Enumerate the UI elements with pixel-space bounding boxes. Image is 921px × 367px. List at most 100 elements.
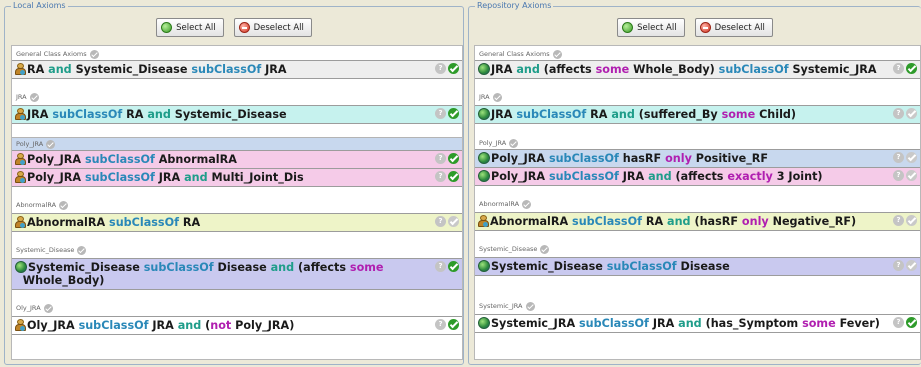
check-icon[interactable] <box>906 63 917 74</box>
section-header: Poly_JRA <box>12 137 462 150</box>
axiom-row[interactable]: JRA subClassOf RA and Systemic_Disease ? <box>12 105 462 124</box>
globe-icon <box>478 152 490 164</box>
section-header: JRA <box>12 91 462 103</box>
section-label: JRA <box>479 93 490 101</box>
check-icon[interactable] <box>448 261 459 272</box>
axiom-row[interactable]: JRA and (affects some Whole_Body) subCla… <box>475 60 920 79</box>
check-icon[interactable] <box>29 92 39 102</box>
globe-icon <box>478 108 490 120</box>
section-label: General Class Axioms <box>479 50 550 58</box>
section-header: Poly_JRA <box>475 137 920 149</box>
check-icon[interactable] <box>448 153 459 164</box>
section-header: Oly_JRA <box>12 302 462 314</box>
section-label: Systemic_Disease <box>479 245 538 253</box>
section-label: JRA <box>16 93 27 101</box>
section-header: JRA <box>475 91 920 103</box>
info-icon[interactable]: ? <box>893 260 904 271</box>
deselect-all-icon <box>699 22 711 33</box>
axiom-row[interactable]: Systemic_JRA subClassOf JRA and (has_Sym… <box>475 314 920 333</box>
check-icon[interactable] <box>540 244 550 254</box>
info-icon[interactable]: ? <box>435 63 446 74</box>
axiom-row[interactable]: Poly_JRA subClassOf JRA and Multi_Joint_… <box>12 169 462 187</box>
check-icon[interactable] <box>77 245 87 255</box>
check-icon[interactable] <box>448 319 459 330</box>
section-label: AbnormalRA <box>479 200 520 208</box>
check-icon[interactable] <box>43 303 53 313</box>
info-icon[interactable]: ? <box>893 170 904 181</box>
check-icon[interactable] <box>492 92 502 102</box>
person-icon <box>15 216 26 228</box>
check-icon[interactable] <box>906 260 917 271</box>
deselect-all-icon <box>238 22 250 33</box>
axiom-row[interactable]: JRA subClassOf RA and (suffered_By some … <box>475 105 920 124</box>
section-header: Systemic_JRA <box>475 300 920 312</box>
globe-icon <box>478 170 490 182</box>
info-icon[interactable]: ? <box>893 108 904 119</box>
repository-axioms-list[interactable]: General Class Axioms JRA and (affects so… <box>474 45 921 360</box>
check-icon[interactable] <box>906 215 917 226</box>
check-icon[interactable] <box>906 170 917 181</box>
button-bar: Select All Deselect All <box>469 14 921 41</box>
check-icon[interactable] <box>59 200 69 210</box>
select-all-label: Select All <box>637 22 677 33</box>
section-label: Poly_JRA <box>479 139 507 147</box>
section-header: Systemic_Disease <box>12 244 462 256</box>
axiom-row[interactable]: Poly_JRA subClassOf hasRF only Positive_… <box>475 149 920 168</box>
deselect-all-label: Deselect All <box>714 22 765 33</box>
repository-axioms-panel: Repository Axioms Select All Deselect Al… <box>468 0 921 365</box>
info-icon[interactable]: ? <box>435 153 446 164</box>
axiom-row[interactable]: RA and Systemic_Disease subClassOf JRA ? <box>12 60 462 79</box>
check-icon[interactable] <box>509 138 519 148</box>
axiom-row[interactable]: Poly_JRA subClassOf AbnormalRA ? <box>12 150 462 169</box>
section-label: Systemic_JRA <box>479 302 523 310</box>
info-icon[interactable]: ? <box>435 108 446 119</box>
section-label: Poly_JRA <box>16 140 44 148</box>
check-icon[interactable] <box>552 49 562 59</box>
axiom-row[interactable]: AbnormalRA subClassOf RA and (hasRF only… <box>475 212 920 231</box>
check-icon[interactable] <box>89 49 99 59</box>
check-icon[interactable] <box>525 301 535 311</box>
button-bar: Select All Deselect All <box>5 14 463 41</box>
check-icon[interactable] <box>906 108 917 119</box>
panel-title: Repository Axioms <box>475 0 554 12</box>
check-icon[interactable] <box>448 216 459 227</box>
info-icon[interactable]: ? <box>435 319 446 330</box>
person-icon <box>15 63 26 75</box>
check-icon[interactable] <box>448 63 459 74</box>
info-icon[interactable]: ? <box>893 215 904 226</box>
section-label: Oly_JRA <box>16 304 41 312</box>
section-label: AbnormalRA <box>16 201 57 209</box>
globe-icon <box>478 260 490 272</box>
check-icon[interactable] <box>906 317 917 328</box>
check-icon[interactable] <box>46 139 56 149</box>
info-icon[interactable]: ? <box>893 152 904 163</box>
section-header: General Class Axioms <box>475 48 920 60</box>
person-icon <box>15 171 26 183</box>
check-icon[interactable] <box>522 199 532 209</box>
info-icon[interactable]: ? <box>435 171 446 182</box>
axiom-row[interactable]: Poly_JRA subClassOf JRA and (affects exa… <box>475 168 920 186</box>
person-icon <box>15 153 26 165</box>
check-icon[interactable] <box>448 108 459 119</box>
select-all-button[interactable]: Select All <box>156 18 224 37</box>
section-header: Systemic_Disease <box>475 243 920 255</box>
info-icon[interactable]: ? <box>435 216 446 227</box>
select-all-button[interactable]: Select All <box>617 18 685 37</box>
local-axioms-panel: Local Axioms Select All Deselect All Gen… <box>4 0 464 365</box>
axiom-row[interactable]: Systemic_Disease subClassOf Disease ? <box>475 257 920 276</box>
info-icon[interactable]: ? <box>893 63 904 74</box>
person-icon <box>15 108 26 120</box>
info-icon[interactable]: ? <box>435 261 446 272</box>
globe-icon <box>478 317 490 329</box>
section-header: AbnormalRA <box>12 199 462 211</box>
select-all-icon <box>622 22 634 33</box>
axiom-row[interactable]: Oly_JRA subClassOf JRA and (not Poly_JRA… <box>12 316 462 335</box>
check-icon[interactable] <box>906 152 917 163</box>
check-icon[interactable] <box>448 171 459 182</box>
info-icon[interactable]: ? <box>893 317 904 328</box>
deselect-all-button[interactable]: Deselect All <box>233 18 312 37</box>
local-axioms-list[interactable]: General Class Axioms RA and Systemic_Dis… <box>11 45 463 360</box>
axiom-row[interactable]: AbnormalRA subClassOf RA ? <box>12 213 462 232</box>
deselect-all-button[interactable]: Deselect All <box>694 18 773 37</box>
axiom-row[interactable]: Systemic_Disease subClassOf Disease and … <box>12 258 462 290</box>
